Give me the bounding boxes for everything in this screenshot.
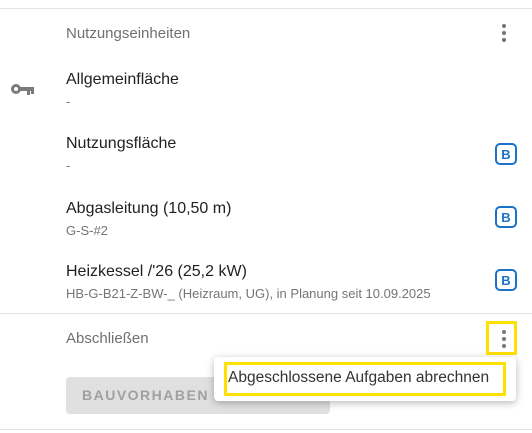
top-divider [0, 8, 532, 9]
section-divider [0, 313, 532, 314]
bottom-divider [0, 429, 532, 430]
list-item[interactable]: Heizkessel /'26 (25,2 kW) HB-G-B21-Z-BW-… [66, 262, 486, 303]
list-item[interactable]: Nutzungsfläche - [66, 134, 486, 175]
b-badge-icon[interactable]: B [495, 206, 517, 228]
section-title-nutzungseinheiten: Nutzungseinheiten [66, 25, 191, 42]
list-item[interactable]: Abgasleitung (10,50 m) G-S-#2 [66, 199, 486, 240]
item-title: Heizkessel /'26 (25,2 kW) [66, 263, 247, 280]
more-vert-icon[interactable] [492, 21, 516, 45]
item-title: Allgemeinfläche [66, 71, 179, 88]
key-icon [11, 84, 34, 95]
item-title: Abgasleitung (10,50 m) [66, 200, 232, 217]
item-title: Nutzungsfläche [66, 135, 177, 152]
item-subtitle: - [66, 158, 71, 173]
menu-item-highlight [224, 362, 506, 396]
item-subtitle: HB-G-B21-Z-BW-_ (Heizraum, UG), in Planu… [66, 286, 431, 301]
b-badge-icon[interactable]: B [495, 269, 517, 291]
kebab-highlight [486, 321, 517, 355]
item-subtitle: - [66, 94, 71, 109]
section-title-abschliessen: Abschließen [66, 330, 149, 347]
item-subtitle: G-S-#2 [66, 223, 108, 238]
b-badge-icon[interactable]: B [495, 143, 517, 165]
list-item[interactable]: Allgemeinfläche - [66, 70, 486, 111]
